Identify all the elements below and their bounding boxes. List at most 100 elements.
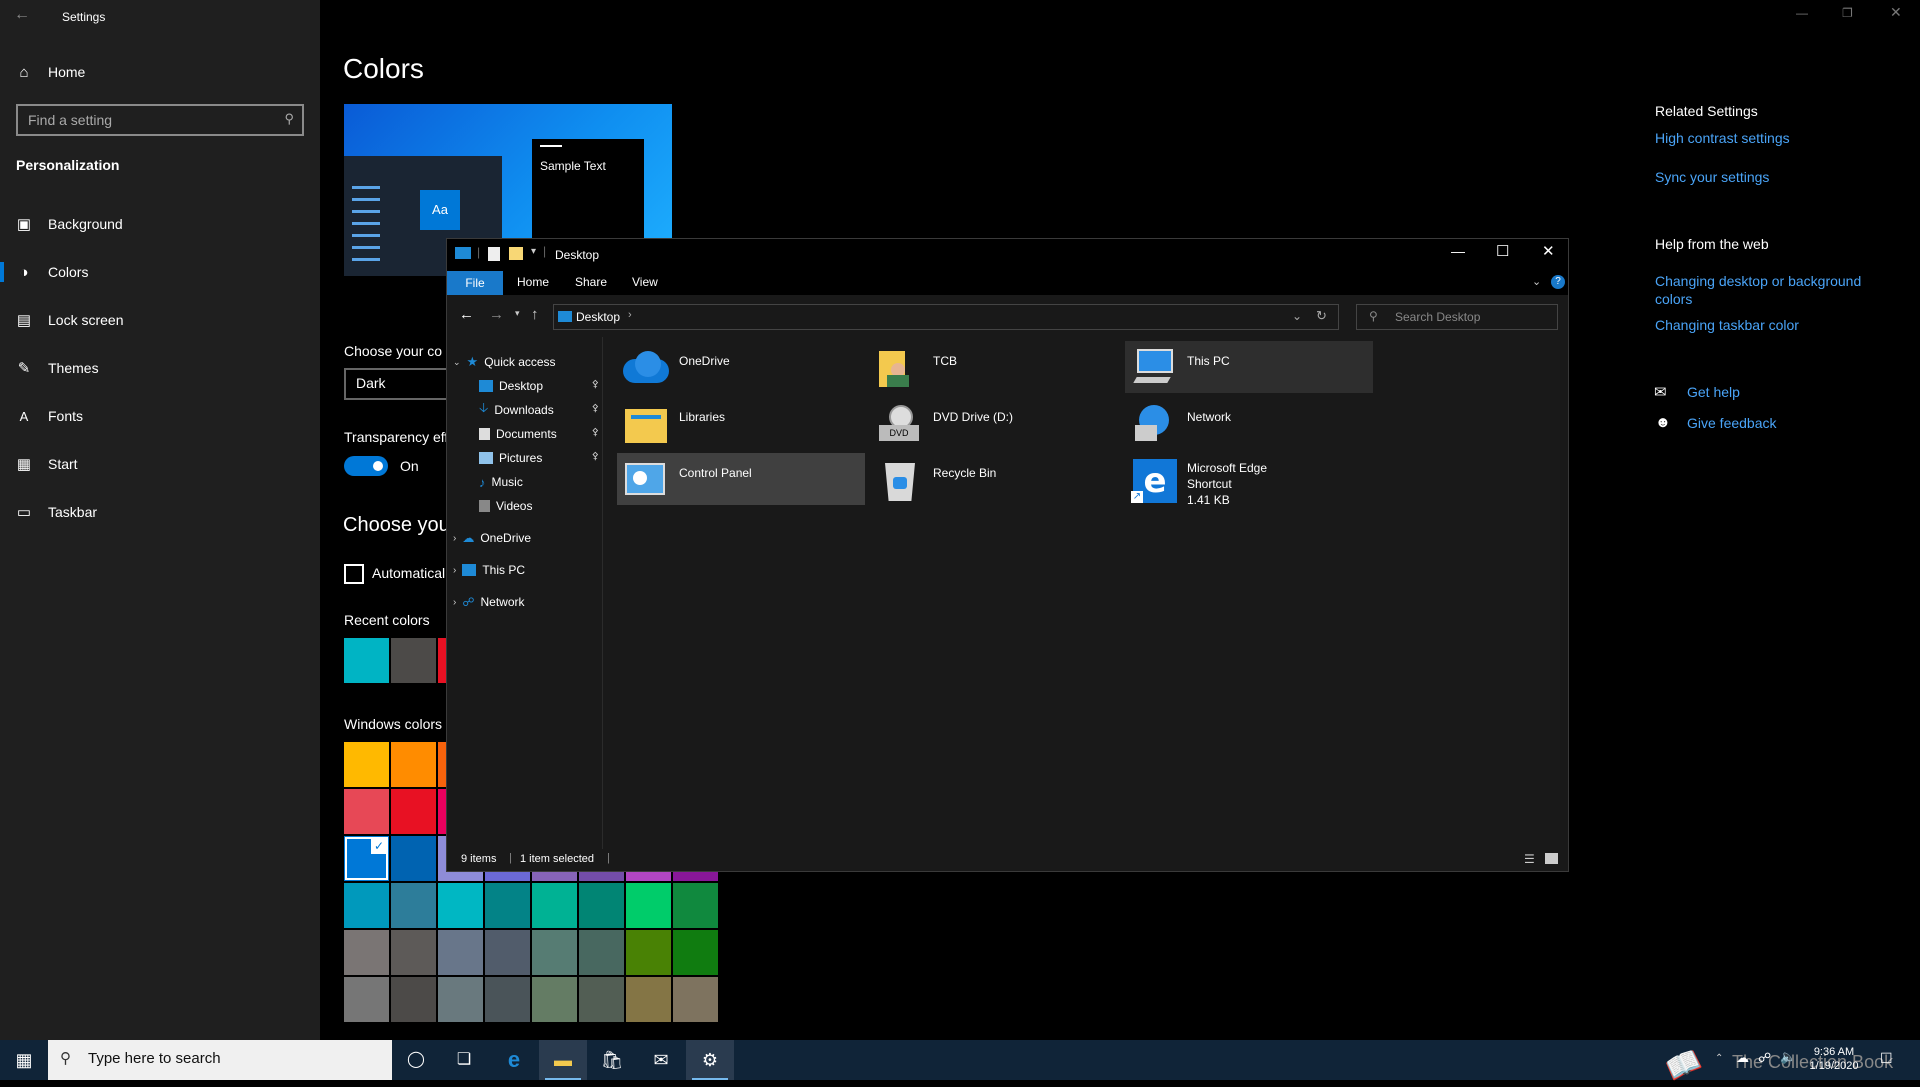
windows-color-swatch[interactable] (579, 930, 624, 975)
windows-color-swatch[interactable] (391, 742, 436, 787)
explorer-close-icon[interactable]: ✕ (1542, 242, 1555, 260)
nav-lock-screen[interactable]: ▤ Lock screen (0, 300, 320, 340)
collapsed-chevron-icon[interactable]: › (453, 597, 456, 608)
help-icon[interactable]: ? (1551, 275, 1565, 289)
settings-taskbar-icon[interactable]: ⚙ (686, 1040, 734, 1080)
tree-item-documents[interactable]: Documents ⚴ (479, 423, 599, 445)
windows-color-swatch[interactable] (391, 789, 436, 834)
tree-item-music[interactable]: ♪ Music (479, 471, 523, 493)
volume-icon[interactable]: 🔈 (1780, 1049, 1796, 1065)
collapsed-chevron-icon[interactable]: › (453, 565, 456, 576)
file-item-recycle-bin[interactable]: Recycle Bin (871, 453, 1119, 505)
file-item-dvd-drive[interactable]: DVD DVD Drive (D:) (871, 397, 1119, 449)
windows-color-swatch[interactable] (485, 930, 530, 975)
windows-color-swatch[interactable] (391, 930, 436, 975)
windows-color-swatch[interactable] (532, 977, 577, 1022)
windows-color-swatch[interactable] (673, 930, 718, 975)
store-taskbar-icon[interactable]: 🛍 (588, 1040, 636, 1080)
file-item-libraries[interactable]: Libraries (617, 397, 865, 449)
transparency-toggle[interactable] (344, 456, 388, 476)
expanded-chevron-icon[interactable]: ⌄ (453, 357, 461, 368)
tree-network[interactable]: › ☍ Network (453, 591, 525, 613)
windows-color-swatch[interactable] (391, 836, 436, 881)
clock[interactable]: 9:36 AM 1/19/2020 (1806, 1045, 1862, 1073)
task-view-icon[interactable]: ❏ (440, 1040, 488, 1080)
cortana-icon[interactable]: ◯ (392, 1040, 440, 1080)
sync-settings-link[interactable]: Sync your settings (1655, 169, 1769, 185)
up-icon[interactable]: ↑ (531, 306, 539, 323)
taskbar-search-box[interactable]: ⚲ Type here to search (48, 1040, 392, 1080)
help-link-taskbar-color[interactable]: Changing taskbar color (1655, 317, 1799, 333)
nav-start[interactable]: ▦ Start (0, 444, 320, 484)
new-folder-icon[interactable] (509, 247, 523, 260)
windows-color-swatch[interactable] (485, 977, 530, 1022)
network-tray-icon[interactable]: ☍ (1758, 1050, 1771, 1066)
explorer-maximize-icon[interactable]: ☐ (1496, 242, 1509, 260)
ribbon-expand-icon[interactable]: ⌄ (1532, 275, 1541, 288)
nav-background[interactable]: ▣ Background (0, 204, 320, 244)
collapsed-chevron-icon[interactable]: › (453, 533, 456, 544)
windows-color-swatch[interactable] (532, 930, 577, 975)
automatic-accent-checkbox[interactable] (344, 564, 364, 584)
tray-overflow-icon[interactable]: ⌃ (1715, 1053, 1723, 1064)
windows-color-swatch[interactable] (532, 883, 577, 928)
windows-color-swatch[interactable] (626, 930, 671, 975)
give-feedback-link[interactable]: Give feedback (1687, 415, 1777, 431)
onedrive-tray-icon[interactable]: ☁ (1736, 1050, 1749, 1066)
find-setting-input[interactable]: Find a setting ⚲ (16, 104, 304, 136)
address-dropdown-icon[interactable]: ⌄ (1292, 309, 1302, 323)
windows-color-swatch[interactable] (344, 742, 389, 787)
large-icons-view-icon[interactable] (1545, 853, 1558, 864)
tree-item-desktop[interactable]: Desktop ⚴ (479, 375, 599, 397)
recent-color-swatch[interactable] (391, 638, 436, 683)
tree-this-pc[interactable]: › This PC (453, 559, 525, 581)
tree-item-pictures[interactable]: Pictures ⚴ (479, 447, 599, 469)
nav-taskbar[interactable]: ▭ Taskbar (0, 492, 320, 532)
windows-color-swatch[interactable] (673, 883, 718, 928)
tree-quick-access[interactable]: ⌄ ★ Quick access (453, 351, 556, 373)
windows-color-swatch[interactable] (344, 930, 389, 975)
windows-color-swatch[interactable] (673, 977, 718, 1022)
nav-colors[interactable]: ◑ Colors (0, 252, 320, 292)
windows-color-swatch[interactable]: ✓ (344, 836, 389, 881)
windows-color-swatch[interactable] (579, 883, 624, 928)
details-view-icon[interactable]: ☰ (1524, 852, 1535, 866)
breadcrumb-chevron-icon[interactable]: › (628, 309, 632, 321)
file-item-network[interactable]: Network (1125, 397, 1373, 449)
file-item-control-panel[interactable]: Control Panel (617, 453, 865, 505)
windows-color-swatch[interactable] (438, 930, 483, 975)
explorer-search-input[interactable]: ⚲ Search Desktop (1356, 304, 1558, 330)
close-icon[interactable]: ✕ (1890, 4, 1902, 21)
ribbon-tab-file[interactable]: File (447, 271, 503, 295)
recent-locations-icon[interactable]: ▾ (515, 308, 520, 319)
back-icon[interactable]: ← (459, 306, 474, 323)
back-arrow-icon[interactable]: ← (14, 6, 30, 24)
windows-color-swatch[interactable] (579, 977, 624, 1022)
windows-color-swatch[interactable] (438, 977, 483, 1022)
tree-item-videos[interactable]: Videos (479, 495, 532, 517)
file-item-tcb[interactable]: TCB (871, 341, 1119, 393)
properties-icon[interactable] (488, 247, 500, 261)
ribbon-tab-share[interactable]: Share (575, 275, 607, 289)
file-explorer-taskbar-icon[interactable]: ▬ (539, 1040, 587, 1080)
nav-themes[interactable]: ✎ Themes (0, 348, 320, 388)
windows-color-swatch[interactable] (391, 883, 436, 928)
file-item-onedrive[interactable]: OneDrive (617, 341, 865, 393)
tree-onedrive[interactable]: › ☁ OneDrive (453, 527, 531, 549)
windows-color-swatch[interactable] (344, 789, 389, 834)
restore-icon[interactable]: ❐ (1842, 6, 1853, 20)
nav-fonts[interactable]: A Fonts (0, 396, 320, 436)
action-center-icon[interactable]: ☐ (1880, 1050, 1893, 1067)
windows-color-swatch[interactable] (344, 977, 389, 1022)
edge-taskbar-icon[interactable]: e (490, 1040, 538, 1080)
mail-taskbar-icon[interactable]: ✉ (637, 1040, 685, 1080)
high-contrast-link[interactable]: High contrast settings (1655, 130, 1790, 146)
windows-color-swatch[interactable] (626, 883, 671, 928)
address-bar[interactable]: Desktop › ⌄ ↻ (553, 304, 1339, 330)
windows-color-swatch[interactable] (438, 883, 483, 928)
windows-color-swatch[interactable] (344, 883, 389, 928)
ribbon-tab-view[interactable]: View (632, 275, 658, 289)
minimize-icon[interactable]: — (1796, 6, 1808, 20)
tree-item-downloads[interactable]: 🡣 Downloads ⚴ (479, 399, 599, 421)
ribbon-tab-home[interactable]: Home (517, 275, 549, 289)
